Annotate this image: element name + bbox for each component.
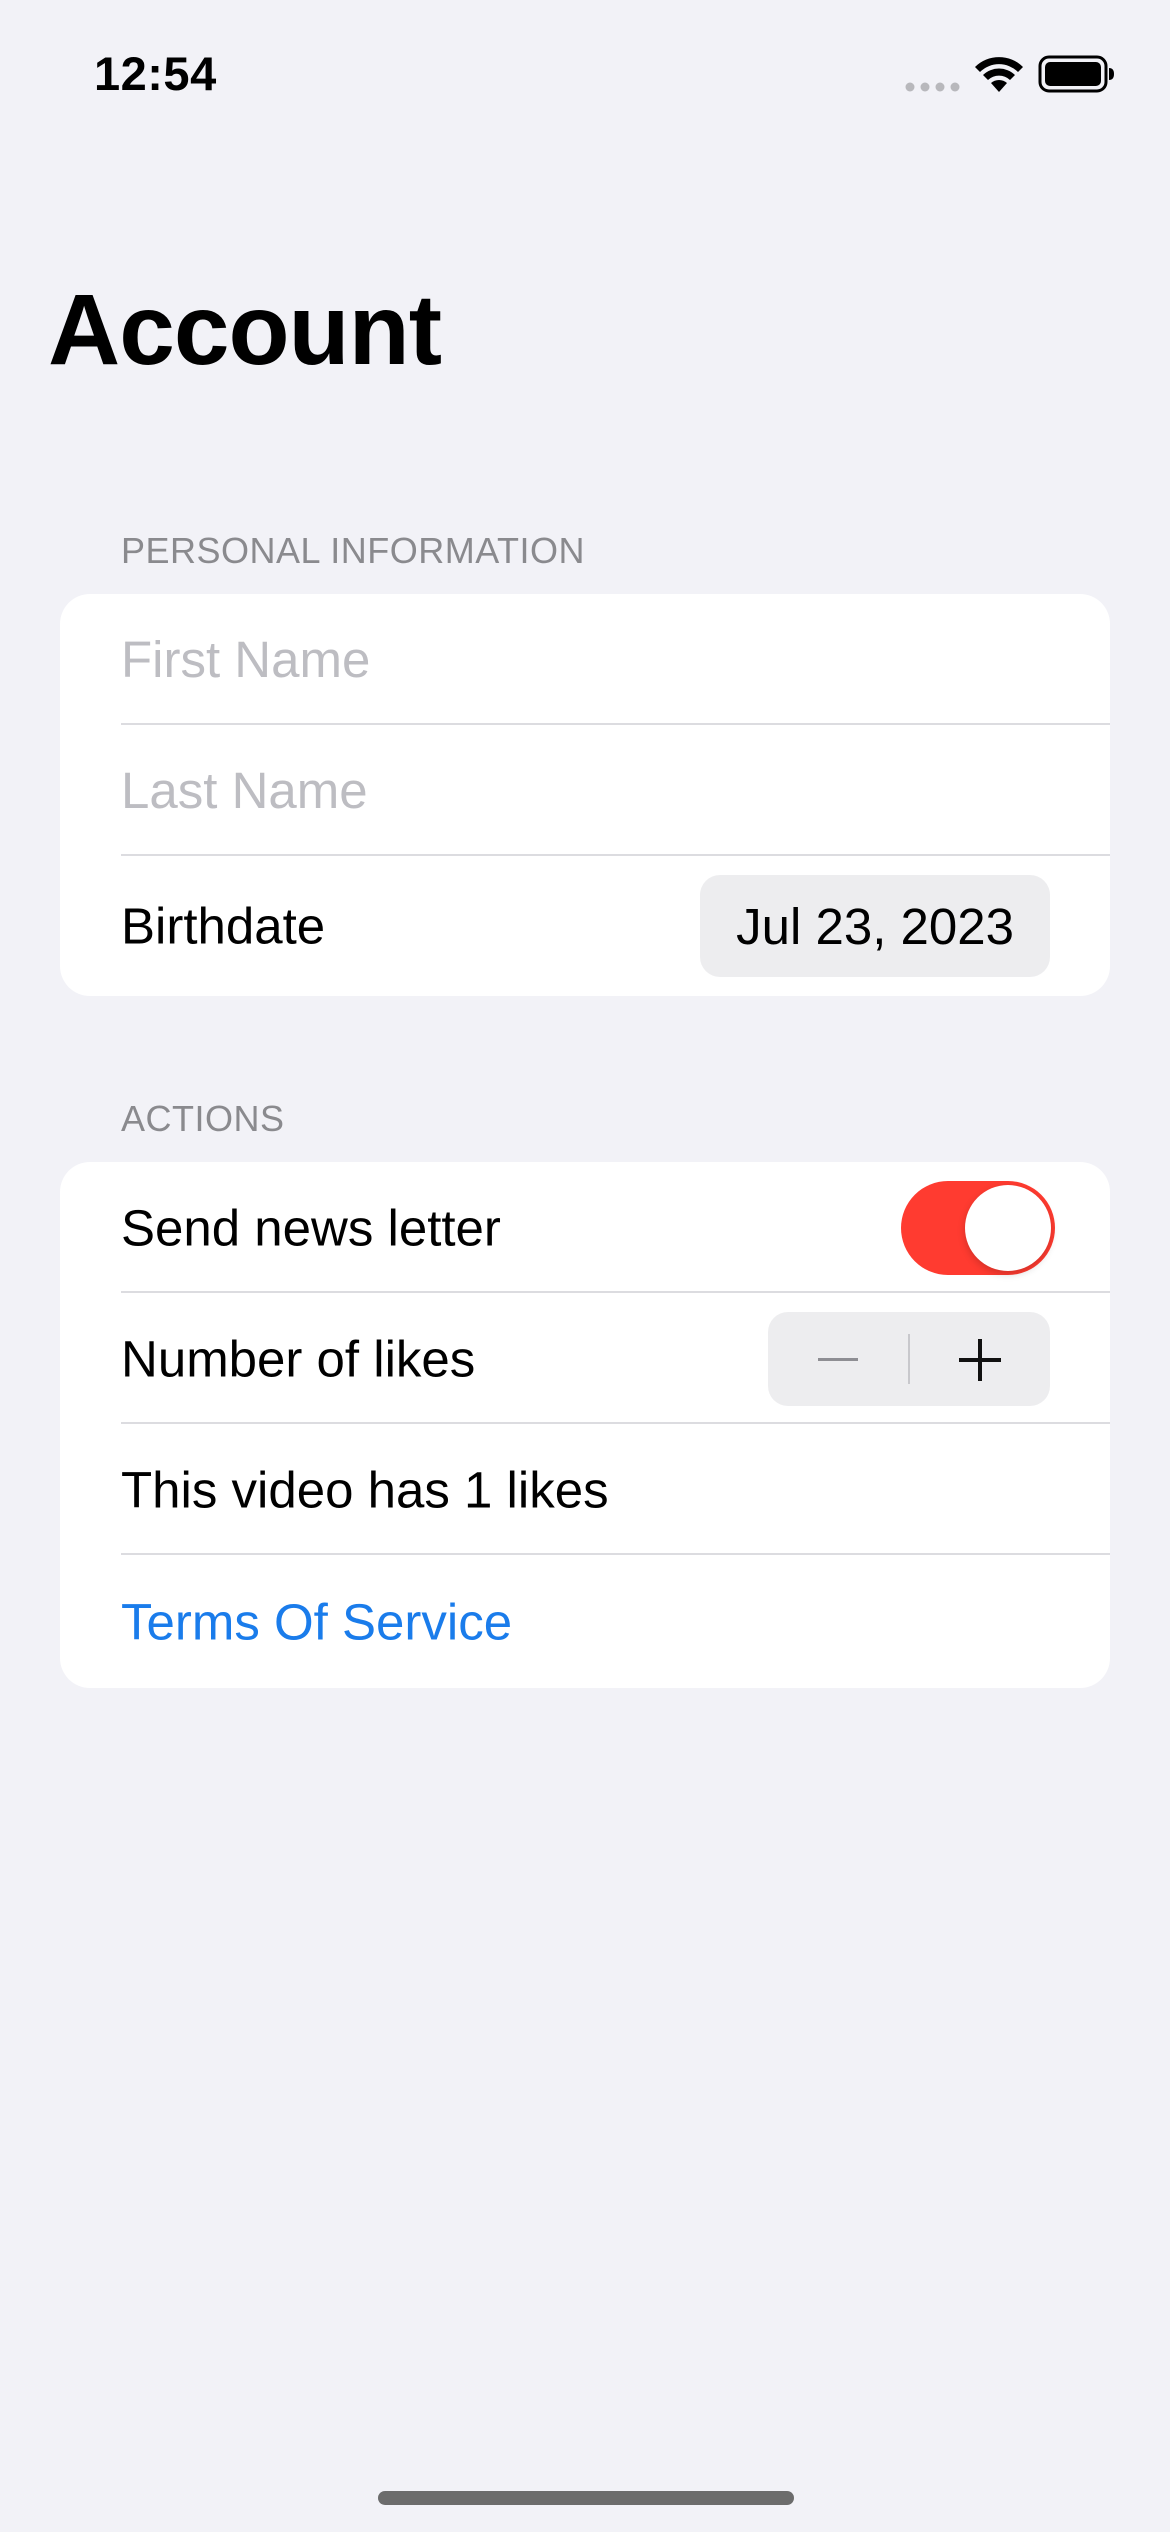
birthdate-row: Birthdate Jul 23, 2023 (60, 856, 1110, 996)
birthdate-label: Birthdate (121, 897, 326, 955)
page-title: Account (48, 274, 442, 386)
increment-button[interactable] (910, 1312, 1050, 1406)
toggle-knob (965, 1184, 1051, 1271)
minus-icon (818, 1357, 858, 1361)
likes-stepper (768, 1311, 1050, 1406)
battery-icon (1038, 55, 1114, 93)
section-header-actions: ACTIONS (121, 1098, 285, 1139)
first-name-input[interactable] (121, 594, 1061, 725)
plus-icon-vertical-bar (978, 1338, 982, 1381)
likes-label: Number of likes (121, 1330, 476, 1387)
last-name-row (60, 725, 1110, 856)
home-indicator[interactable] (378, 2491, 794, 2505)
section-header-personal-information: PERSONAL INFORMATION (121, 530, 586, 571)
wifi-icon (975, 57, 1023, 92)
cellular-signal-icon (905, 82, 960, 92)
status-time: 12:54 (94, 47, 217, 100)
terms-row: Terms Of Service (60, 1555, 1110, 1688)
likes-count-row: This video has 1 likes (60, 1424, 1110, 1555)
status-bar: 12:54 (0, 0, 1170, 140)
last-name-input[interactable] (121, 725, 1061, 856)
newsletter-row: Send news letter (60, 1162, 1110, 1293)
decrement-button[interactable] (768, 1312, 908, 1406)
actions-card: Send news letter Number of likes This vi… (60, 1162, 1110, 1688)
likes-count-text: This video has 1 likes (121, 1461, 609, 1518)
likes-stepper-row: Number of likes (60, 1293, 1110, 1424)
personal-information-card: Birthdate Jul 23, 2023 (60, 594, 1110, 996)
newsletter-toggle[interactable] (901, 1180, 1055, 1275)
birthdate-picker-button[interactable]: Jul 23, 2023 (700, 875, 1050, 977)
first-name-row (60, 594, 1110, 725)
newsletter-label: Send news letter (121, 1199, 501, 1256)
terms-of-service-link[interactable]: Terms Of Service (121, 1592, 512, 1651)
